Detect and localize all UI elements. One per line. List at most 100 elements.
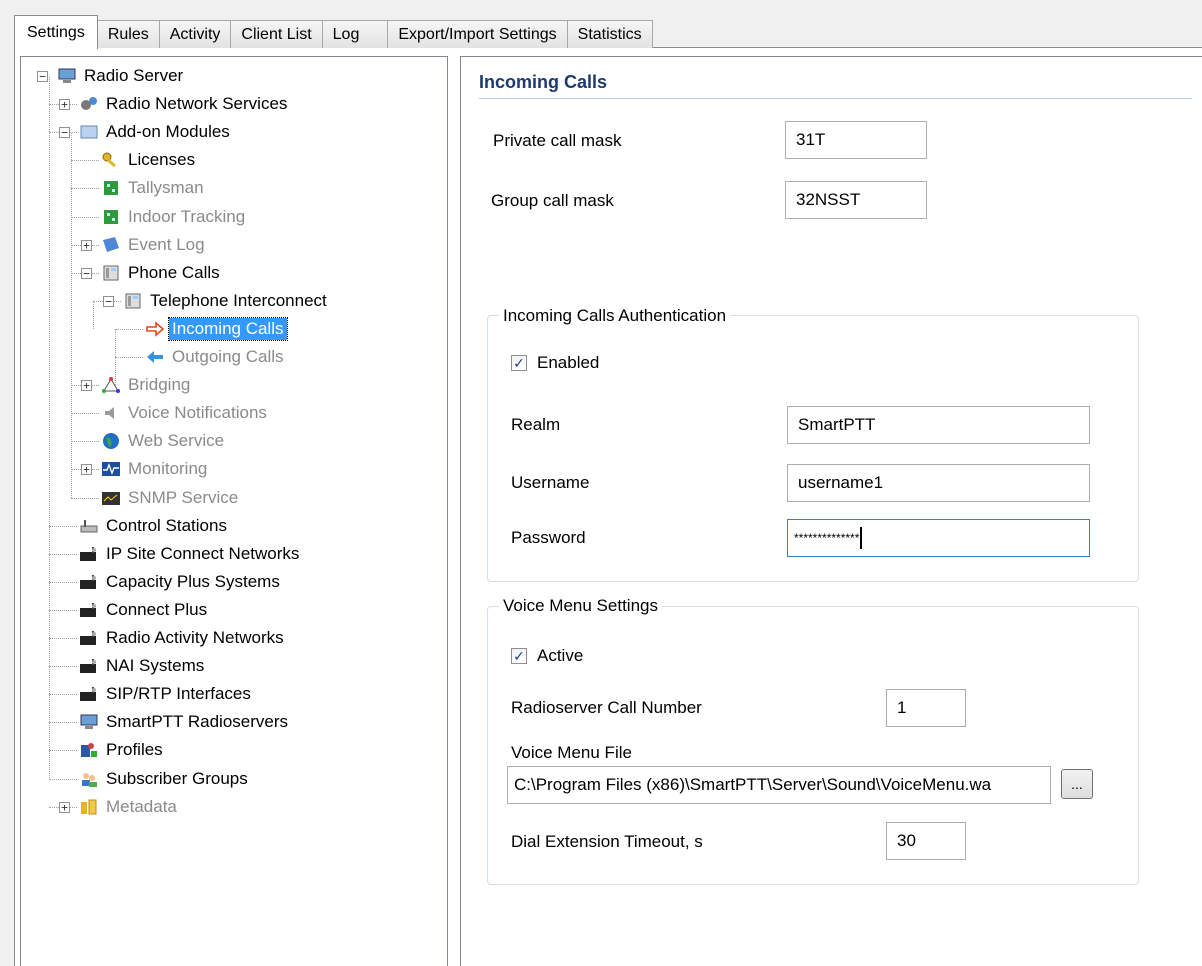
enabled-label: Enabled (537, 353, 600, 372)
tree-item-profiles[interactable]: Profiles (79, 737, 166, 763)
realm-field[interactable]: SmartPTT (787, 406, 1090, 444)
tree-item-capacity-plus-systems[interactable]: Capacity Plus Systems (79, 569, 283, 595)
password-label: Password (511, 528, 586, 547)
tree-item-monitoring[interactable]: Monitoring (101, 456, 210, 482)
tree-item-radio-server[interactable]: Radio Server (57, 63, 186, 89)
tree-item-smartptt-radioservers[interactable]: SmartPTT Radioservers (79, 709, 291, 735)
enabled-checkbox[interactable]: ✓ Enabled (511, 353, 599, 373)
tree-item-radio-activity-networks[interactable]: Radio Activity Networks (79, 625, 287, 651)
tree-item-label: Monitoring (128, 459, 208, 479)
tree-item-control-stations[interactable]: Control Stations (79, 513, 230, 539)
tree-item-label: Bridging (128, 375, 191, 395)
tree-item-nai-systems[interactable]: NAI Systems (79, 653, 207, 679)
panel-splitter[interactable] (448, 48, 460, 966)
collapse-icon[interactable]: − (37, 71, 48, 82)
collapse-icon[interactable]: − (81, 267, 92, 279)
private-call-mask-field[interactable]: 31T (785, 121, 927, 159)
expand-icon[interactable]: + (81, 464, 92, 476)
tree-connector (49, 666, 77, 668)
monitoring-icon (101, 460, 125, 478)
tab-statistics[interactable]: Statistics (566, 20, 653, 48)
tree-item-phone-calls[interactable]: Phone Calls (101, 260, 223, 286)
tree-item-metadata[interactable]: Metadata (79, 794, 180, 820)
repeater-icon (79, 545, 103, 563)
tree-item-label: NAI Systems (106, 656, 205, 676)
settings-tree-panel[interactable]: Radio Server − Radio Network Services + Add-… (20, 56, 448, 966)
collapse-icon[interactable]: − (59, 127, 70, 139)
tree-item-voice-notifications[interactable]: Voice Notifications (101, 400, 270, 426)
tree-item-sip-rtp-interfaces[interactable]: SIP/RTP Interfaces (79, 681, 254, 707)
tree-item-label: Radio Network Services (106, 94, 288, 114)
tree-item-label: Profiles (106, 740, 163, 760)
tree-item-add-on-modules[interactable]: Add-on Modules (79, 119, 233, 145)
repeater-icon (79, 657, 103, 675)
tree-item-incoming-calls[interactable]: Incoming Calls (145, 316, 288, 342)
tree-item-label: Phone Calls (128, 262, 220, 282)
expand-icon[interactable]: + (59, 99, 70, 111)
tree-item-label: Capacity Plus Systems (106, 571, 280, 591)
checkbox-check-icon: ✓ (511, 355, 527, 371)
snmp-icon (101, 489, 125, 507)
tree-item-connect-plus[interactable]: Connect Plus (79, 597, 210, 623)
username-field[interactable]: username1 (787, 464, 1090, 502)
tree-item-outgoing-calls[interactable]: Outgoing Calls (145, 344, 287, 370)
tab-activity[interactable]: Activity (158, 20, 232, 48)
active-label: Active (537, 646, 584, 665)
page-title: Incoming Calls (479, 67, 1192, 99)
tab-rules[interactable]: Rules (96, 20, 160, 48)
tree-item-tallysman[interactable]: Tallysman (101, 175, 207, 201)
call-number-field[interactable]: 1 (886, 689, 966, 727)
tree-connector (49, 609, 77, 611)
tree-item-label: Event Log (128, 234, 205, 254)
expand-icon[interactable]: + (81, 239, 92, 251)
collapse-icon[interactable]: − (103, 295, 114, 307)
realm-label: Realm (511, 415, 561, 434)
active-checkbox[interactable]: ✓ Active (511, 646, 583, 666)
tab-settings[interactable]: Settings (14, 15, 98, 49)
browse-button[interactable]: ... (1061, 769, 1093, 799)
tree-item-label: Voice Notifications (128, 403, 267, 423)
tree-connector (71, 188, 99, 190)
tree-guide-line (49, 77, 50, 780)
group-call-mask-field[interactable]: 32NSST (785, 181, 927, 219)
tree-item-indoor-tracking[interactable]: Indoor Tracking (101, 204, 248, 230)
expand-icon[interactable]: + (81, 380, 92, 392)
expand-icon[interactable]: + (59, 801, 70, 813)
tree-item-telephone-interconnect[interactable]: Telephone Interconnect (123, 288, 330, 314)
password-field[interactable]: ************** (787, 519, 1090, 557)
voice-menu-file-field[interactable]: C:\Program Files (x86)\SmartPTT\Server\S… (507, 766, 1051, 804)
tree-item-radio-network-services[interactable]: Radio Network Services (79, 91, 290, 117)
tree-connector (49, 638, 77, 639)
tree-item-licenses[interactable]: Licenses (101, 147, 198, 173)
modules-icon (79, 123, 103, 141)
tree-item-web-service[interactable]: Web Service (101, 428, 227, 454)
globe-icon (101, 432, 125, 450)
speaker-icon (101, 404, 125, 422)
tab-client-list[interactable]: Client List (230, 20, 323, 48)
tree-connector (49, 778, 77, 780)
tree-connector (115, 328, 143, 330)
tree-connector (49, 750, 77, 752)
tree-item-label: Control Stations (106, 515, 227, 535)
tree-item-event-log[interactable]: Event Log (101, 232, 208, 258)
module-green-icon (101, 179, 125, 197)
metadata-icon (79, 798, 103, 816)
tree-item-label: Add-on Modules (106, 122, 230, 142)
tab-export-import-settings[interactable]: Export/Import Settings (387, 20, 568, 48)
tree-connector (49, 722, 77, 724)
text-caret (860, 527, 863, 549)
tree-connector (49, 553, 77, 555)
repeater-icon (79, 601, 103, 619)
tree-item-subscriber-groups[interactable]: Subscriber Groups (79, 766, 251, 792)
tree-item-label: Licenses (128, 150, 196, 170)
dial-timeout-field[interactable]: 30 (886, 822, 966, 860)
module-green-icon (101, 208, 125, 226)
tree-item-label: IP Site Connect Networks (106, 543, 300, 563)
tree-item-snmp-service[interactable]: SNMP Service (101, 485, 241, 511)
tree-item-label: Radio Activity Networks (106, 628, 284, 647)
tab-log[interactable]: Log (321, 20, 389, 48)
tree-item-label: Connect Plus (106, 599, 208, 619)
tree-item-ip-site-connect-networks[interactable]: IP Site Connect Networks (79, 541, 302, 567)
private-call-mask-label: Private call mask (493, 131, 622, 150)
computer-icon (79, 713, 103, 731)
